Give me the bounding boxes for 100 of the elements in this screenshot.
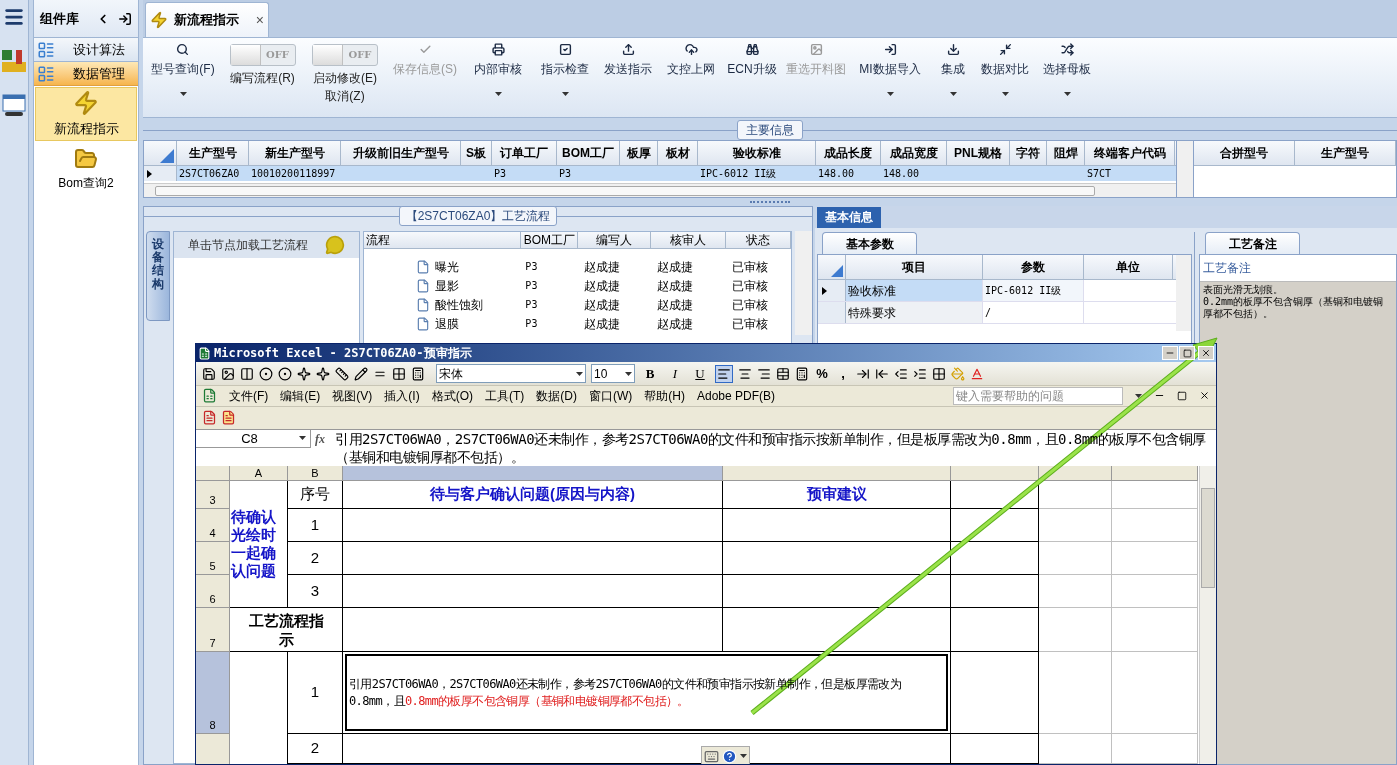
side-tab[interactable]: 设备结构 bbox=[146, 231, 170, 321]
table-cell: P3 bbox=[494, 168, 507, 179]
columns-icon[interactable] bbox=[240, 366, 254, 381]
close-icon[interactable] bbox=[1199, 390, 1210, 402]
close-button[interactable] bbox=[1198, 346, 1214, 360]
merge-cells-icon[interactable] bbox=[776, 366, 790, 381]
font-size-select[interactable]: 10 bbox=[591, 364, 635, 384]
name-box[interactable]: C8 bbox=[196, 429, 311, 448]
document-icon bbox=[416, 259, 431, 274]
table-cell: 已审核 bbox=[732, 259, 769, 274]
keyboard-icon[interactable] bbox=[704, 748, 719, 764]
align-left-button[interactable] bbox=[715, 364, 733, 383]
maximize-button[interactable] bbox=[1179, 346, 1195, 360]
sparkle-icon[interactable] bbox=[297, 366, 311, 381]
nav-item[interactable]: 设计算法 bbox=[34, 38, 138, 62]
corner-icon bbox=[831, 265, 843, 277]
table-row[interactable]: 验收标准 IPC-6012 II级 bbox=[818, 280, 1176, 302]
toolbar-button[interactable]: 型号查询(F) bbox=[151, 43, 215, 78]
column-header: 阻焊 bbox=[1047, 141, 1085, 165]
ruler-icon[interactable] bbox=[335, 366, 349, 381]
table-cell: 特殊要求 bbox=[848, 306, 896, 320]
restore-icon[interactable] bbox=[1177, 390, 1187, 401]
menu-item[interactable]: 窗口(W) bbox=[589, 386, 633, 405]
toolbar-button[interactable]: 内部审核 bbox=[474, 43, 522, 78]
minimize-button[interactable] bbox=[1162, 346, 1178, 360]
toolbar-button[interactable]: 集成 bbox=[941, 43, 965, 78]
pencil-icon[interactable] bbox=[354, 366, 368, 381]
column-header: 合拼型号 bbox=[1194, 141, 1295, 165]
nav-item[interactable]: 数据管理 bbox=[34, 62, 138, 86]
tab[interactable]: 基本参数 bbox=[822, 232, 917, 254]
column-header: 板厚 bbox=[620, 141, 658, 165]
save-icon[interactable] bbox=[202, 366, 216, 381]
align-center-icon[interactable] bbox=[738, 366, 752, 381]
menu-item[interactable]: 编辑(E) bbox=[280, 386, 321, 405]
toolbar-button[interactable]: 选择母板 bbox=[1043, 43, 1091, 78]
font-select[interactable]: 宋体 bbox=[436, 364, 586, 384]
tab[interactable]: 工艺备注 bbox=[1205, 232, 1300, 254]
table-row[interactable]: 2S7CT06ZA0 10010200118997 P3 P3 IPC-6012 II级 148.00 148.00 S7CT bbox=[144, 166, 1176, 181]
vertical-scrollbar[interactable] bbox=[1199, 466, 1216, 764]
toolbar-button[interactable]: 数据对比 bbox=[981, 43, 1029, 78]
menu-item[interactable]: 文件(F) bbox=[229, 386, 269, 405]
menu-item[interactable]: Adobe PDF(B) bbox=[697, 386, 775, 405]
grid-icon[interactable] bbox=[392, 366, 406, 381]
increase-decimal-icon[interactable] bbox=[856, 366, 870, 381]
close-button[interactable]: × bbox=[255, 9, 264, 31]
format-button[interactable]: I bbox=[665, 363, 685, 384]
help-search-field[interactable]: 键入需要帮助的问题 bbox=[953, 386, 1123, 405]
format-button[interactable]: B bbox=[640, 363, 660, 384]
column-header: 成品长度 bbox=[816, 141, 881, 165]
table-cell: P3 bbox=[525, 280, 538, 291]
table-cell: 预审建议 bbox=[723, 481, 951, 509]
row-pointer-icon bbox=[147, 169, 152, 178]
toolbar-button[interactable]: MI数据导入 bbox=[859, 43, 921, 78]
pdf-icon[interactable] bbox=[221, 410, 236, 426]
tile-button[interactable]: 新流程指示 bbox=[35, 87, 137, 141]
currency-icon[interactable] bbox=[795, 366, 809, 381]
menu-item[interactable]: 视图(V) bbox=[332, 386, 373, 405]
outdent-icon[interactable] bbox=[894, 366, 908, 381]
tree-item[interactable]: 曝光 bbox=[435, 257, 460, 276]
vertical-scrollbar[interactable] bbox=[795, 231, 812, 335]
tree-item[interactable]: 显影 bbox=[435, 276, 460, 295]
circle-icon[interactable] bbox=[259, 366, 273, 381]
circle-icon[interactable] bbox=[278, 366, 292, 381]
help-icon[interactable] bbox=[722, 748, 737, 764]
section-title: 主要信息 bbox=[737, 120, 803, 140]
pdf-icon[interactable] bbox=[202, 410, 217, 426]
tree-item[interactable]: 退膜 bbox=[435, 314, 460, 333]
menu-item[interactable]: 格式(O) bbox=[431, 386, 473, 405]
align-right-icon[interactable] bbox=[757, 366, 771, 381]
number-format-button[interactable]: % bbox=[814, 363, 830, 384]
decrease-decimal-icon[interactable] bbox=[875, 366, 889, 381]
tab[interactable]: 新流程指示 × bbox=[145, 2, 269, 37]
image-icon[interactable] bbox=[221, 366, 235, 381]
document-icon bbox=[416, 316, 431, 331]
vertical-scrollbar[interactable] bbox=[1177, 141, 1194, 197]
toolbar-button[interactable]: 指示检查 bbox=[541, 43, 589, 78]
toolbar-button[interactable]: ECN升级 bbox=[727, 43, 777, 78]
menu-item[interactable]: 工具(T) bbox=[485, 386, 525, 405]
font-color-icon[interactable] bbox=[970, 366, 984, 381]
menu-item[interactable]: 数据(D) bbox=[536, 386, 577, 405]
toolbar-button[interactable]: 发送指示 bbox=[604, 43, 652, 78]
menu-item[interactable]: 帮助(H) bbox=[644, 386, 685, 405]
borders-icon[interactable] bbox=[932, 366, 946, 381]
sparkle-icon[interactable] bbox=[316, 366, 330, 381]
format-button[interactable]: U bbox=[690, 363, 710, 384]
fill-color-icon[interactable] bbox=[951, 366, 965, 381]
vertical-scrollbar[interactable] bbox=[1176, 255, 1191, 331]
tab[interactable]: 基本信息 bbox=[817, 207, 881, 228]
indent-icon[interactable] bbox=[913, 366, 927, 381]
toolbar-button[interactable]: 文控上网 bbox=[667, 43, 715, 78]
tree-item[interactable]: 酸性蚀刻 bbox=[435, 295, 484, 314]
pin-icon[interactable] bbox=[118, 11, 132, 26]
horizontal-scrollbar[interactable] bbox=[144, 183, 1176, 197]
table-cell: 2 bbox=[288, 542, 343, 575]
menu-item[interactable]: 插入(I) bbox=[384, 386, 420, 405]
menu-icon[interactable] bbox=[3, 6, 25, 28]
number-format-button[interactable]: , bbox=[835, 363, 851, 384]
column-header: 验收标准 bbox=[698, 141, 816, 165]
calculator-icon[interactable] bbox=[411, 366, 425, 381]
table-row[interactable]: 特殊要求 / bbox=[818, 302, 1176, 324]
